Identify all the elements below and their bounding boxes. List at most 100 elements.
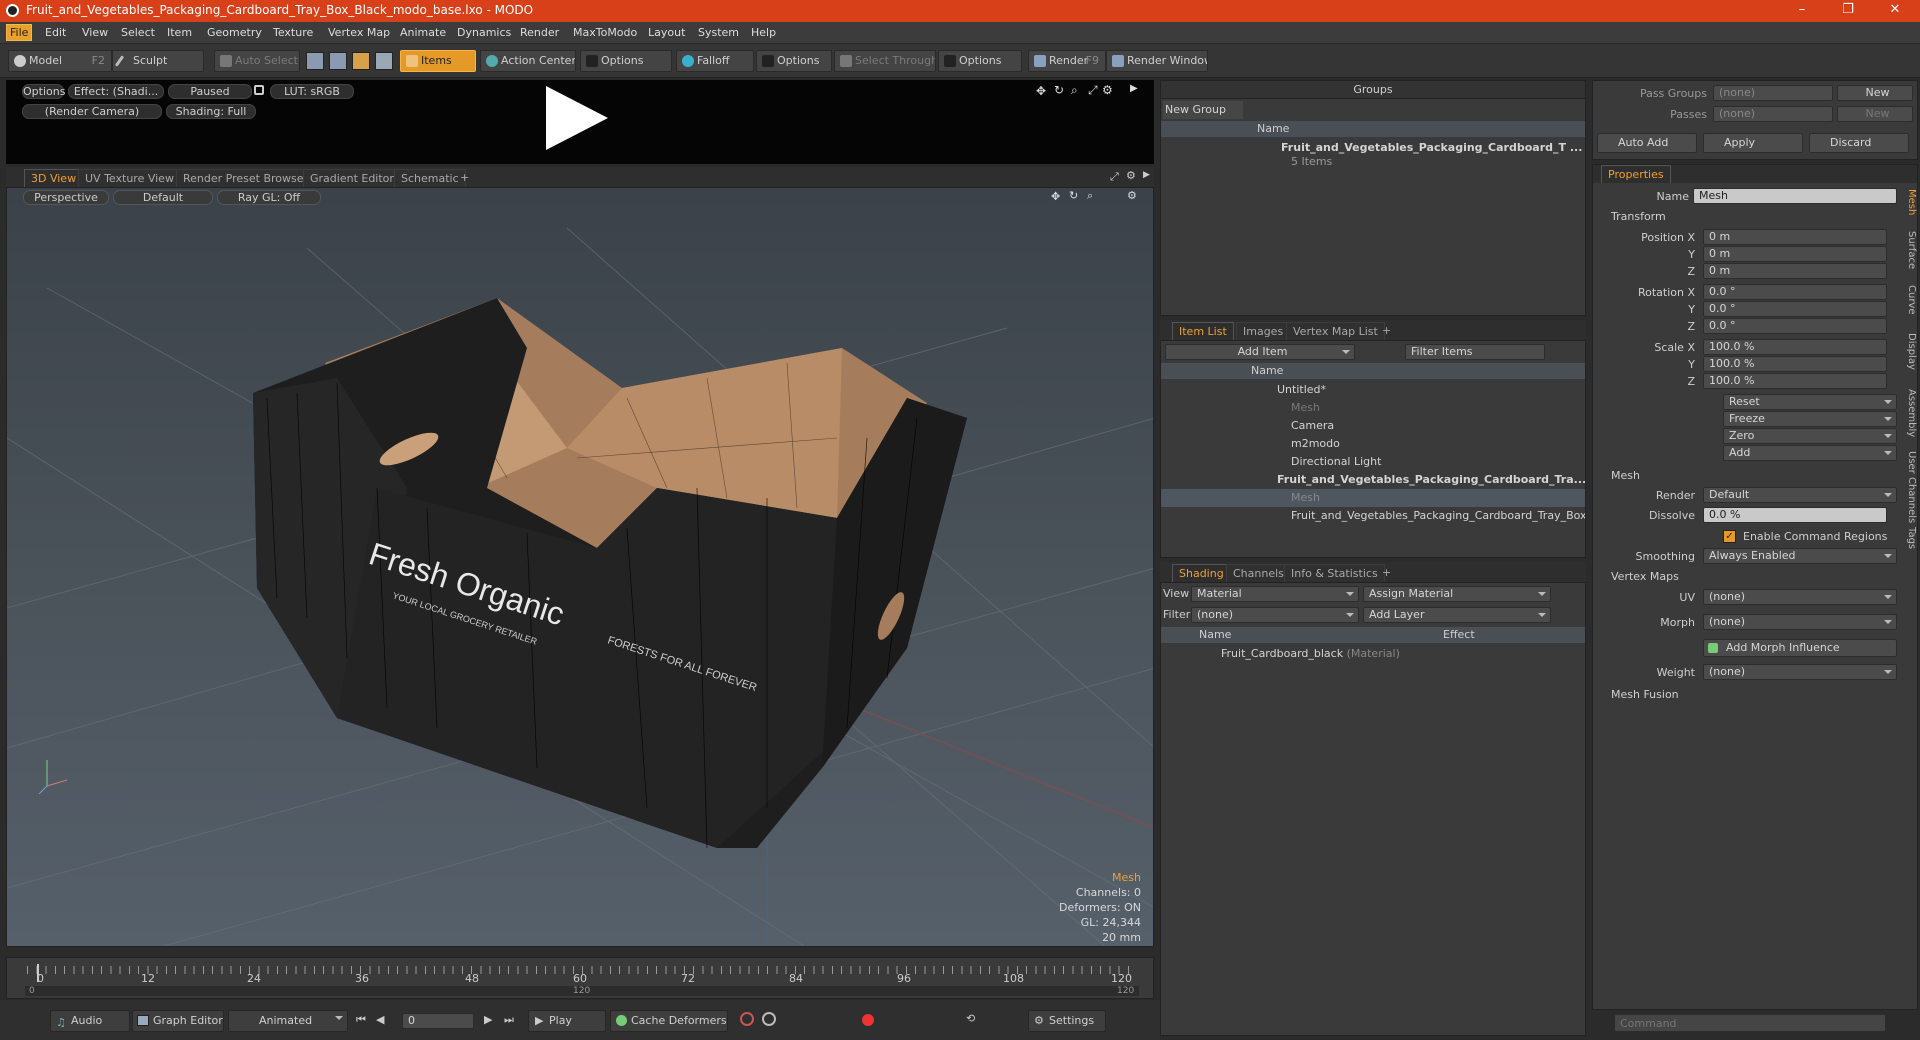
tab-gradient-editor[interactable]: Gradient Editor <box>303 169 401 187</box>
auto-key-icon[interactable] <box>762 1012 776 1026</box>
add-dropdown[interactable]: Add <box>1723 445 1897 461</box>
select-through-button[interactable]: Select Through <box>834 50 936 72</box>
transform-section[interactable]: Transform <box>1611 210 1666 223</box>
material-row[interactable]: Fruit_Cardboard_black (Material) <box>1161 645 1585 663</box>
filter-dropdown[interactable]: (none) <box>1191 607 1359 623</box>
position-z-field[interactable]: 0 m <box>1703 263 1887 279</box>
rotate-icon[interactable]: ↻ <box>1054 83 1064 97</box>
tab-item-list[interactable]: Item List <box>1172 322 1234 340</box>
viewport-gear-icon[interactable]: ⚙ <box>1126 169 1136 182</box>
item-row-m2modo[interactable]: m2modo <box>1161 435 1585 453</box>
auto-select-button[interactable]: Auto Select <box>214 50 300 72</box>
action-center-button[interactable]: Action Center <box>480 50 576 72</box>
falloff-button[interactable]: Falloff <box>676 50 754 72</box>
item-row-mesh-selected[interactable]: Mesh <box>1161 489 1585 507</box>
timeline-range-bar[interactable]: 0 120 120 <box>25 986 1139 996</box>
item-row-fruit-mesh[interactable]: Fruit_and_Vegetables_Packaging_Cardboard… <box>1161 507 1585 525</box>
menu-system[interactable]: System <box>698 26 739 39</box>
polygons-mode-icon[interactable] <box>352 52 370 70</box>
menu-maxtomodo[interactable]: MaxToModo <box>573 26 637 39</box>
menu-dynamics[interactable]: Dynamics <box>457 26 511 39</box>
preview-options-button[interactable]: Options <box>22 84 65 99</box>
sidetab-assembly[interactable]: Assembly <box>1903 389 1917 437</box>
menu-select[interactable]: Select <box>121 26 155 39</box>
add-item-dropdown[interactable]: Add Item <box>1165 344 1355 360</box>
scale-y-field[interactable]: 100.0 % <box>1703 356 1887 372</box>
tab-render-preset-browser[interactable]: Render Preset Browser <box>176 169 316 187</box>
go-start-icon[interactable]: ⏮ <box>356 1013 366 1027</box>
3d-viewport[interactable]: Perspective Default Ray GL: Off ✥ ↻ ⌕ ⚙ <box>6 187 1154 947</box>
passes-dropdown[interactable]: (none) <box>1713 106 1833 122</box>
menu-edit[interactable]: Edit <box>45 26 66 39</box>
morph-dropdown[interactable]: (none) <box>1703 614 1897 630</box>
render-dropdown[interactable]: Default <box>1703 487 1897 503</box>
sidetab-display[interactable]: Display <box>1903 333 1917 370</box>
play-button[interactable]: ▶ Play <box>528 1010 606 1032</box>
mesh-section[interactable]: Mesh <box>1611 469 1640 482</box>
auto-add-button[interactable]: Auto Add <box>1597 133 1697 153</box>
play-icon[interactable] <box>546 86 608 150</box>
tab-images[interactable]: Images <box>1236 322 1291 340</box>
sidetab-curve[interactable]: Curve <box>1903 285 1917 315</box>
preview-lut-dropdown[interactable]: LUT: sRGB <box>270 84 354 99</box>
lock-icon[interactable] <box>254 85 264 95</box>
viewport-menu-icon[interactable]: ▶ <box>1143 170 1150 180</box>
freeze-dropdown[interactable]: Freeze <box>1723 411 1897 427</box>
item-row-directional-light[interactable]: Directional Light <box>1161 453 1585 471</box>
reset-dropdown[interactable]: Reset <box>1723 394 1897 410</box>
apply-button[interactable]: Apply <box>1703 133 1803 153</box>
expand-icon[interactable]: ▶ <box>1130 83 1138 94</box>
edges-mode-icon[interactable] <box>329 52 347 70</box>
pass-groups-dropdown[interactable]: (none) <box>1713 85 1833 101</box>
scale-x-field[interactable]: 100.0 % <box>1703 339 1887 355</box>
zoom-icon[interactable]: ⌕ <box>1071 83 1078 98</box>
key-icon[interactable] <box>740 1012 754 1026</box>
uv-dropdown[interactable]: (none) <box>1703 589 1897 605</box>
mesh-fusion-section[interactable]: Mesh Fusion <box>1611 688 1679 701</box>
name-field[interactable]: Mesh <box>1693 188 1897 204</box>
sidetab-tags[interactable]: Tags <box>1903 527 1917 549</box>
assign-material-dropdown[interactable]: Assign Material <box>1363 586 1551 602</box>
audio-button[interactable]: ♫ Audio <box>50 1010 130 1032</box>
menu-render[interactable]: Render <box>520 26 559 39</box>
tab-shading[interactable]: Shading <box>1172 564 1231 582</box>
sidetab-user-channels[interactable]: User Channels <box>1903 451 1917 523</box>
materials-mode-icon[interactable] <box>375 52 393 70</box>
render-button[interactable]: Render F9 <box>1028 50 1106 72</box>
render-window-button[interactable]: Render Window <box>1106 50 1208 72</box>
falloff-options-button[interactable]: Options <box>756 50 832 72</box>
step-forward-icon[interactable]: ▶ <box>484 1013 492 1026</box>
item-row-camera[interactable]: Camera <box>1161 417 1585 435</box>
command-input[interactable] <box>1614 1014 1886 1032</box>
smoothing-dropdown[interactable]: Always Enabled <box>1703 548 1897 564</box>
preview-shading-dropdown[interactable]: Shading: Full <box>166 104 256 119</box>
zero-dropdown[interactable]: Zero <box>1723 428 1897 444</box>
weight-dropdown[interactable]: (none) <box>1703 664 1897 680</box>
gear-icon[interactable]: ⚙ <box>1102 83 1113 97</box>
new-pass-group-button[interactable]: New <box>1837 85 1913 101</box>
settings-button[interactable]: ⚙ Settings <box>1028 1010 1106 1032</box>
minimize-icon[interactable]: – <box>1787 2 1817 17</box>
menu-geometry[interactable]: Geometry <box>207 26 262 39</box>
menu-layout[interactable]: Layout <box>648 26 685 39</box>
rotation-y-field[interactable]: 0.0 ° <box>1703 301 1887 317</box>
menu-texture[interactable]: Texture <box>273 26 313 39</box>
graph-editor-button[interactable]: Graph Editor <box>132 1010 224 1032</box>
menu-animate[interactable]: Animate <box>400 26 446 39</box>
frame-field[interactable]: 0 <box>402 1013 474 1029</box>
scale-z-field[interactable]: 100.0 % <box>1703 373 1887 389</box>
preview-paused-button[interactable]: Paused <box>168 84 252 99</box>
add-morph-influence-button[interactable]: Add Morph Influence <box>1703 639 1897 657</box>
preview-camera-dropdown[interactable]: (Render Camera) <box>22 104 162 119</box>
sidetab-surface[interactable]: Surface <box>1903 231 1917 269</box>
step-back-icon[interactable]: ◀ <box>376 1013 384 1026</box>
items-mode-button[interactable]: Items <box>400 50 476 72</box>
dissolve-field[interactable]: 0.0 % <box>1703 507 1887 523</box>
vertices-mode-icon[interactable] <box>306 52 324 70</box>
view-dropdown[interactable]: Material <box>1191 586 1359 602</box>
add-layer-dropdown[interactable]: Add Layer <box>1363 607 1551 623</box>
menu-item[interactable]: Item <box>167 26 192 39</box>
tab-channels[interactable]: Channels <box>1226 564 1291 582</box>
rotation-x-field[interactable]: 0.0 ° <box>1703 284 1887 300</box>
tab-3d-view[interactable]: 3D View <box>24 169 84 187</box>
